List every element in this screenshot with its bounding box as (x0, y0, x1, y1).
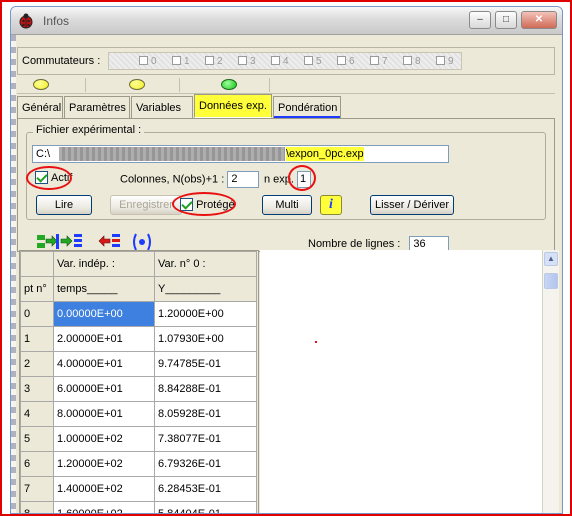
checkmark-icon (180, 198, 193, 211)
y-name-cell[interactable]: Y_________ (154, 276, 257, 302)
info-icon[interactable]: i (320, 195, 342, 215)
protege-checkbox[interactable]: Protégé (180, 198, 235, 211)
background-strip (11, 35, 16, 513)
multi-button[interactable]: Multi (262, 195, 312, 215)
table-row: 4 8.00000E+01 8.05928E-01 (20, 401, 257, 427)
colonnes-group: Colonnes, N(obs)+1 : 2 (120, 171, 260, 188)
grid-subheader-row: pt n° temps_____ Y_________ (20, 276, 257, 302)
table-row: 0 0.00000E+00 1.20000E+00 (20, 301, 257, 327)
table-row: 2 4.00000E+01 9.74785E-01 (20, 351, 257, 377)
vertical-scrollbar[interactable]: ▲ (542, 250, 559, 513)
commutateurs-switches: 0 1 2 3 4 5 6 7 8 9 (108, 52, 462, 70)
led-indicator-yellow-1 (33, 79, 49, 90)
nexp-input[interactable]: 1 (297, 171, 312, 188)
var-indep-header: Var. indép. : (53, 251, 155, 277)
colonnes-label: Colonnes, N(obs)+1 : (120, 173, 225, 186)
donnees-exp-panel: Fichier expérimental : C:\ \expon_0pc.ex… (17, 118, 555, 252)
lire-button[interactable]: Lire (36, 195, 92, 215)
tab-parametres[interactable]: Paramètres (64, 96, 130, 118)
switch-8[interactable]: 8 (403, 56, 421, 67)
minimize-button[interactable]: – (469, 11, 491, 29)
plot-area[interactable] (260, 250, 542, 513)
table-row: 8 1.60000E+02 5.84404E-01 (20, 501, 257, 513)
nexp-label: n exp. (264, 173, 294, 186)
switch-0[interactable]: 0 (139, 56, 157, 67)
actif-checkbox[interactable]: Actif (35, 171, 72, 184)
add-rows-icon[interactable] (36, 233, 60, 251)
title-bar[interactable]: Infos – □ ✕ (11, 7, 562, 35)
switch-5[interactable]: 5 (304, 56, 322, 67)
switch-2[interactable]: 2 (205, 56, 223, 67)
pt-header: pt n° (20, 276, 54, 302)
scroll-thumb[interactable] (544, 273, 558, 289)
tab-ponderation[interactable]: Pondération (273, 96, 341, 118)
enregistrer-button[interactable]: Enregistrer (110, 195, 182, 215)
file-path-field[interactable]: C:\ \expon_0pc.exp (32, 145, 449, 163)
nexp-group: n exp. 1 (264, 171, 312, 188)
nombre-de-lignes-label: Nombre de lignes : (308, 237, 401, 250)
tab-donnees-exp[interactable]: Données exp. (194, 94, 272, 118)
switch-1[interactable]: 1 (172, 56, 190, 67)
window-title: Infos (43, 14, 70, 28)
switch-7[interactable]: 7 (370, 56, 388, 67)
switch-4[interactable]: 4 (271, 56, 289, 67)
switch-3[interactable]: 3 (238, 56, 256, 67)
point-marker-icon[interactable] (130, 233, 154, 251)
led-indicator-yellow-2 (129, 79, 145, 90)
infos-window: Infos – □ ✕ Commutateurs : 0 1 2 3 4 5 6… (10, 6, 563, 514)
close-button[interactable]: ✕ (521, 11, 557, 29)
led-indicator-green (221, 79, 237, 90)
colonnes-input[interactable]: 2 (227, 171, 260, 188)
redacted-path (59, 147, 285, 161)
delete-rows-icon[interactable] (98, 233, 122, 251)
fichier-experimental-legend: Fichier expérimental : (33, 124, 145, 136)
tab-variables[interactable]: Variables (131, 96, 193, 118)
commutateurs-row: Commutateurs : 0 1 2 3 4 5 6 7 8 9 (17, 47, 555, 75)
insert-rows-icon[interactable] (60, 233, 84, 251)
table-row: 3 6.00000E+01 8.84288E-01 (20, 376, 257, 402)
lisser-deriver-button[interactable]: Lisser / Dériver (370, 195, 454, 215)
plot-point (315, 341, 317, 343)
table-row: 1 2.00000E+01 1.07930E+00 (20, 326, 257, 352)
table-row: 6 1.20000E+02 6.79326E-01 (20, 451, 257, 477)
file-name: \expon_0pc.exp (286, 147, 364, 161)
table-row: 5 1.00000E+02 7.38077E-01 (20, 426, 257, 452)
status-leds (17, 78, 555, 94)
data-grid: Var. indép. : Var. n° 0 : pt n° temps___… (19, 250, 259, 513)
selected-cell[interactable]: 0.00000E+00 (53, 301, 155, 327)
switch-9[interactable]: 9 (436, 56, 454, 67)
temps-name-cell[interactable]: temps_____ (53, 276, 155, 302)
commutateurs-label: Commutateurs : (22, 55, 101, 67)
switch-6[interactable]: 6 (337, 56, 355, 67)
scroll-up-icon[interactable]: ▲ (544, 252, 558, 266)
tab-general[interactable]: Général (17, 96, 63, 118)
table-row: 7 1.40000E+02 6.28453E-01 (20, 476, 257, 502)
ladybug-app-icon (17, 12, 35, 30)
checkmark-icon (35, 171, 48, 184)
grid-header-row: Var. indép. : Var. n° 0 : (20, 251, 257, 277)
maximize-button[interactable]: □ (495, 11, 517, 29)
var-0-header: Var. n° 0 : (154, 251, 257, 277)
